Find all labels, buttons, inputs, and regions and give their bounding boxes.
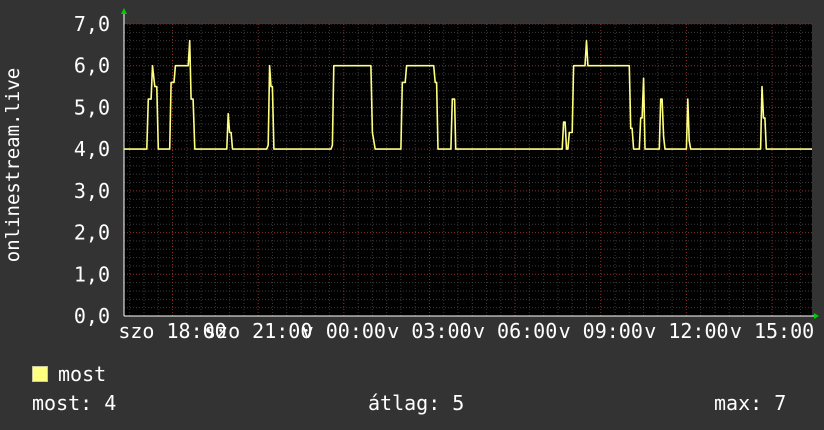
legend-label-most: most xyxy=(58,362,107,386)
stat-max: max: 7 xyxy=(714,391,787,415)
x-tick-label: v 06:00 xyxy=(473,319,557,343)
y-tick-label: 2,0 xyxy=(74,221,110,245)
y-tick-label: 0,0 xyxy=(74,304,110,328)
y-tick-labels: 0,0 1,0 2,0 3,0 4,0 5,0 6,0 7,0 xyxy=(74,12,110,328)
x-tick-label: v 15:00 xyxy=(730,319,814,343)
x-tick-label: v 12:00 xyxy=(644,319,728,343)
x-axis-arrow xyxy=(814,313,819,319)
y-axis-label: onlinestream.live xyxy=(2,68,24,262)
stat-average: átlag: 5 xyxy=(368,391,465,415)
legend-swatch-most xyxy=(32,366,48,382)
y-tick-label: 3,0 xyxy=(74,179,110,203)
stat-current: most: 4 xyxy=(32,391,117,415)
y-tick-label: 5,0 xyxy=(74,95,110,119)
line-chart: 0,0 1,0 2,0 3,0 4,0 5,0 6,0 7,0 szo 18:00szo 21… xyxy=(2,8,819,343)
y-tick-label: 6,0 xyxy=(74,54,110,78)
plot-area xyxy=(124,24,812,316)
y-tick-label: 7,0 xyxy=(74,12,110,36)
y-axis-arrow xyxy=(121,8,127,14)
x-tick-label: v 03:00 xyxy=(387,319,471,343)
x-tick-label: v 00:00 xyxy=(302,319,386,343)
y-tick-label: 1,0 xyxy=(74,262,110,286)
y-tick-label: 4,0 xyxy=(74,137,110,161)
x-tick-label: v 09:00 xyxy=(559,319,643,343)
x-tick-labels: szo 18:00szo 21:00v 00:00 v 03:00 v 06:00 v… xyxy=(118,319,814,343)
x-tick-label: szo 21:00 xyxy=(204,319,312,343)
